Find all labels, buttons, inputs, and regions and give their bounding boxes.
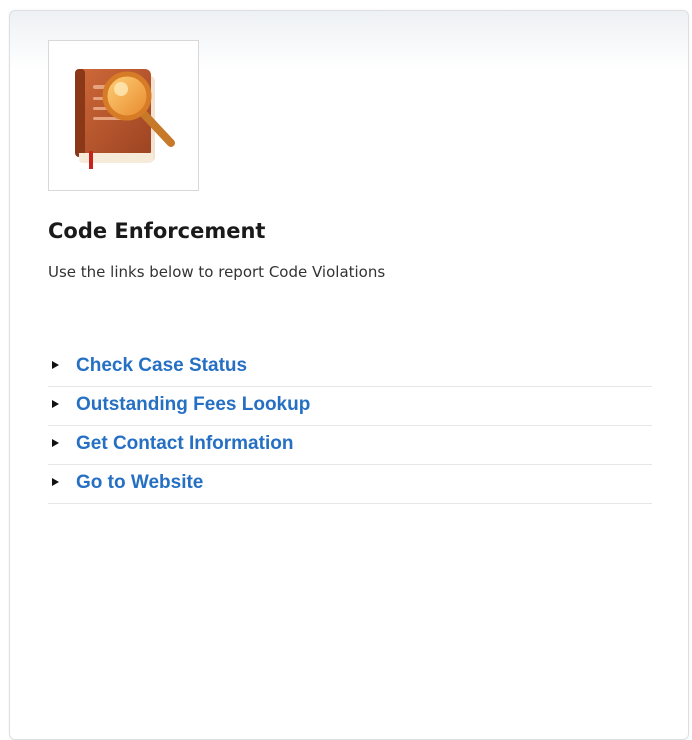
list-item: Get Contact Information bbox=[48, 426, 652, 465]
book-magnifier-icon bbox=[75, 69, 175, 169]
list-item: Outstanding Fees Lookup bbox=[48, 387, 652, 426]
bullet-arrow-icon bbox=[52, 361, 59, 369]
page-title: Code Enforcement bbox=[48, 219, 266, 243]
list-item: Check Case Status bbox=[48, 348, 652, 387]
get-contact-information-link[interactable]: Get Contact Information bbox=[76, 433, 293, 455]
list-item: Go to Website bbox=[48, 465, 652, 504]
outstanding-fees-lookup-link[interactable]: Outstanding Fees Lookup bbox=[76, 394, 310, 416]
page-description: Use the links below to report Code Viola… bbox=[48, 263, 386, 281]
bullet-arrow-icon bbox=[52, 400, 59, 408]
go-to-website-link[interactable]: Go to Website bbox=[76, 472, 203, 494]
link-list: Check Case Status Outstanding Fees Looku… bbox=[48, 348, 652, 504]
check-case-status-link[interactable]: Check Case Status bbox=[76, 355, 247, 377]
bullet-arrow-icon bbox=[52, 439, 59, 447]
section-icon-frame bbox=[48, 40, 199, 191]
bullet-arrow-icon bbox=[52, 478, 59, 486]
code-enforcement-panel: Code Enforcement Use the links below to … bbox=[9, 10, 689, 740]
